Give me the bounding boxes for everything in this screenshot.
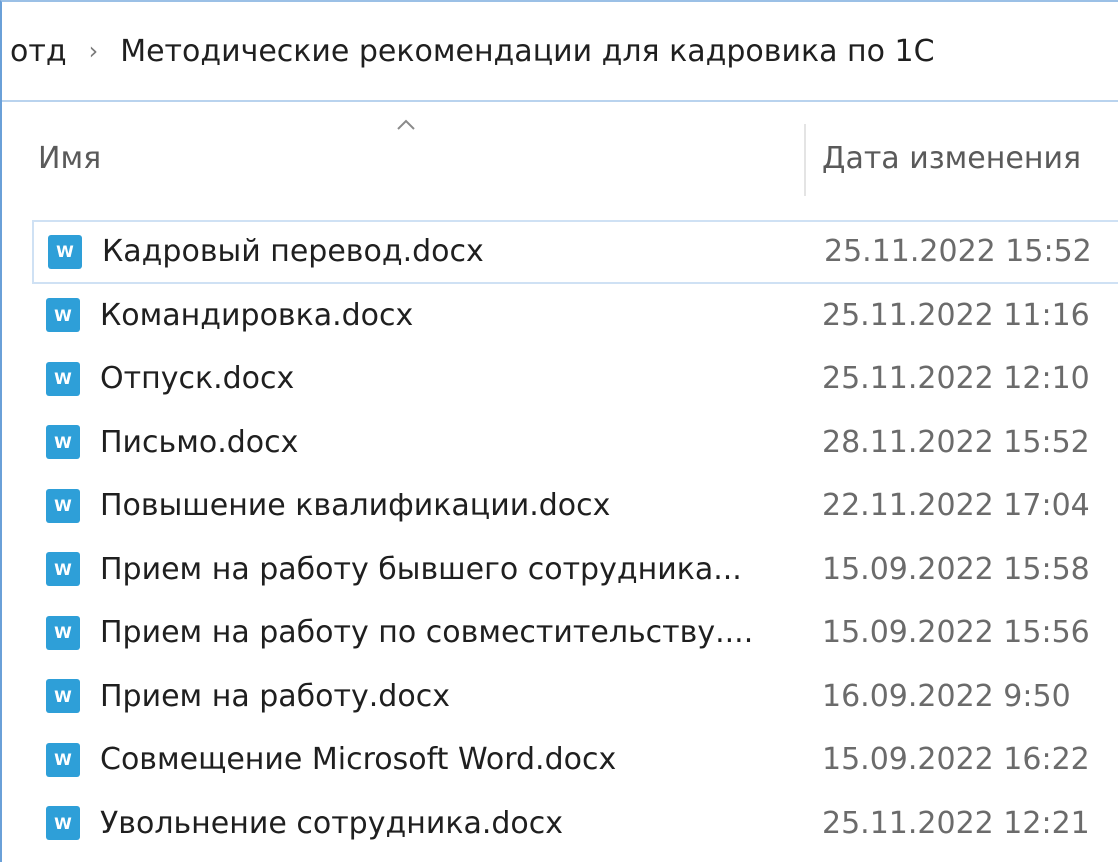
- file-date-modified: 15.09.2022 15:58: [822, 551, 1090, 587]
- file-name[interactable]: Прием на работу бывшего сотрудника...: [100, 552, 742, 587]
- file-date-modified: 15.09.2022 16:22: [822, 742, 1090, 778]
- column-header-date-modified[interactable]: Дата изменения: [822, 102, 1118, 214]
- file-list: W Кадровый перевод.docx 25.11.2022 15:52 W К…: [32, 220, 1118, 855]
- breadcrumb-current-folder[interactable]: Методические рекомендации для кадровика …: [120, 34, 934, 69]
- file-row[interactable]: W Командировка.docx 25.11.2022 11:16: [32, 284, 1118, 348]
- file-row[interactable]: W Прием на работу бывшего сотрудника... 15…: [32, 538, 1118, 602]
- file-row[interactable]: W Прием на работу по совместительству....…: [32, 601, 1118, 665]
- word-document-icon: W: [46, 806, 80, 841]
- word-document-icon: W: [46, 742, 80, 777]
- file-name[interactable]: Кадровый перевод.docx: [102, 234, 484, 269]
- column-divider[interactable]: [804, 124, 806, 196]
- word-document-icon: W: [46, 488, 80, 523]
- file-name[interactable]: Прием на работу по совместительству....: [100, 615, 753, 650]
- word-document-icon: W: [46, 615, 80, 650]
- file-date-modified: 25.11.2022 12:10: [822, 361, 1090, 397]
- file-date-modified: 15.09.2022 15:56: [822, 615, 1090, 651]
- file-name[interactable]: Командировка.docx: [100, 298, 413, 333]
- file-row[interactable]: W Письмо.docx 28.11.2022 15:52: [32, 411, 1118, 475]
- word-document-icon: W: [46, 679, 80, 714]
- file-row[interactable]: W Прием на работу.docx 16.09.2022 9:50: [32, 665, 1118, 729]
- word-document-icon: W: [46, 298, 80, 333]
- breadcrumb-parent[interactable]: отд: [10, 34, 67, 69]
- word-document-icon: W: [46, 361, 80, 396]
- file-name[interactable]: Повышение квалификации.docx: [100, 488, 610, 523]
- file-name[interactable]: Совмещение Microsoft Word.docx: [100, 742, 616, 777]
- file-row[interactable]: W Увольнение сотрудника.docx 25.11.2022 12…: [32, 792, 1118, 856]
- word-document-icon: W: [46, 425, 80, 460]
- word-document-icon: W: [46, 552, 80, 587]
- address-bar[interactable]: отд › Методические рекомендации для кадр…: [2, 2, 1118, 102]
- breadcrumb-chevron-icon[interactable]: ›: [89, 37, 99, 65]
- file-name[interactable]: Отпуск.docx: [100, 361, 294, 396]
- file-date-modified: 16.09.2022 9:50: [822, 678, 1071, 714]
- file-row[interactable]: W Кадровый перевод.docx 25.11.2022 15:52: [32, 220, 1118, 284]
- word-document-icon: W: [48, 234, 82, 269]
- file-name[interactable]: Прием на работу.docx: [100, 679, 450, 714]
- file-date-modified: 28.11.2022 15:52: [822, 424, 1090, 460]
- file-name[interactable]: Увольнение сотрудника.docx: [100, 806, 563, 841]
- column-header-date-label: Дата изменения: [822, 140, 1081, 176]
- file-date-modified: 25.11.2022 15:52: [824, 234, 1092, 270]
- column-header-name[interactable]: Имя: [38, 102, 798, 214]
- file-date-modified: 25.11.2022 12:21: [822, 805, 1090, 841]
- file-date-modified: 25.11.2022 11:16: [822, 297, 1090, 333]
- file-name[interactable]: Письмо.docx: [100, 425, 298, 460]
- file-row[interactable]: W Повышение квалификации.docx 22.11.2022 1…: [32, 474, 1118, 538]
- column-header-name-label: Имя: [38, 140, 102, 176]
- file-row[interactable]: W Отпуск.docx 25.11.2022 12:10: [32, 347, 1118, 411]
- file-date-modified: 22.11.2022 17:04: [822, 488, 1090, 524]
- file-explorer-window: отд › Методические рекомендации для кадр…: [0, 0, 1118, 862]
- file-row[interactable]: W Совмещение Microsoft Word.docx 15.09.202…: [32, 728, 1118, 792]
